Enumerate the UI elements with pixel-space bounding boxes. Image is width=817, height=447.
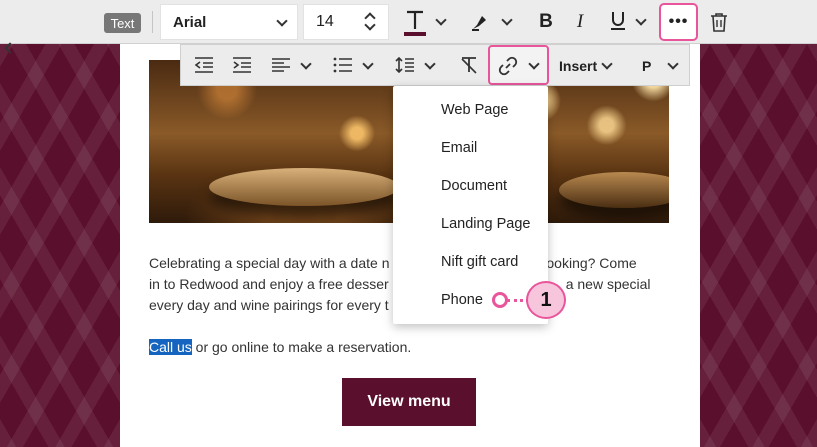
- callout-dot: [492, 292, 508, 308]
- chevron-down-icon[interactable]: [635, 14, 647, 26]
- bold-button[interactable]: B: [534, 10, 558, 34]
- list-button[interactable]: [332, 55, 354, 75]
- bulleted-list-icon: [333, 57, 352, 73]
- background-pattern-left: [0, 44, 120, 447]
- clear-formatting-icon: [461, 57, 477, 74]
- call-us-rest: or go online to make a reservation.: [191, 339, 412, 355]
- text-block-badge: Text: [104, 13, 141, 33]
- highlighter-icon: [472, 16, 486, 31]
- outdent-icon: [194, 57, 213, 73]
- body-text-fragment: a new special: [565, 276, 651, 292]
- photo-plate: [209, 168, 399, 206]
- decrease-size-icon[interactable]: [364, 19, 376, 31]
- line-spacing-icon: [395, 56, 414, 74]
- text-color-button[interactable]: [400, 8, 430, 38]
- underline-button[interactable]: [606, 8, 630, 34]
- chevron-down-icon[interactable]: [362, 58, 374, 70]
- delete-button[interactable]: [707, 10, 731, 34]
- menu-item-phone[interactable]: Phone: [441, 292, 483, 308]
- line-spacing-button[interactable]: [394, 55, 416, 75]
- body-text-fragment: every day and wine pairings for every t: [149, 297, 389, 313]
- photo-plate: [559, 172, 669, 208]
- body-text-line: every day and wine pairings for every t: [149, 295, 389, 316]
- outdent-button[interactable]: [193, 55, 215, 75]
- chevron-down-icon[interactable]: [601, 58, 613, 70]
- chevron-down-icon[interactable]: [300, 58, 312, 70]
- underline-icon: [611, 12, 625, 30]
- selected-link-text[interactable]: Call us: [149, 339, 192, 355]
- trash-icon: [711, 13, 727, 32]
- menu-item-nift-gift-card[interactable]: Nift gift card: [441, 254, 518, 270]
- link-icon: [498, 56, 518, 76]
- font-size-value: 14: [316, 13, 334, 30]
- body-text-fragment: Celebrating a special day with a date n: [149, 255, 390, 271]
- menu-item-web-page[interactable]: Web Page: [441, 102, 508, 118]
- chevron-down-icon[interactable]: [667, 58, 679, 70]
- menu-item-landing-page[interactable]: Landing Page: [441, 216, 531, 232]
- view-menu-label: View menu: [367, 393, 451, 410]
- more-icon: •••: [668, 13, 689, 30]
- more-options-button[interactable]: •••: [659, 3, 698, 41]
- chevron-down-icon: [276, 15, 288, 27]
- font-family-value: Arial: [173, 13, 207, 31]
- indent-button[interactable]: [231, 55, 253, 75]
- font-size-stepper[interactable]: 14: [303, 4, 389, 40]
- italic-button[interactable]: I: [568, 10, 592, 34]
- font-family-select[interactable]: Arial: [160, 4, 298, 40]
- align-button[interactable]: [270, 55, 292, 75]
- paragraph-style-select[interactable]: P: [642, 58, 651, 74]
- clear-formatting-button[interactable]: [458, 55, 480, 75]
- highlight-button[interactable]: [468, 10, 492, 34]
- indent-icon: [233, 57, 251, 73]
- menu-item-email[interactable]: Email: [441, 140, 477, 156]
- menu-item-document[interactable]: Document: [441, 178, 507, 194]
- chevron-down-icon[interactable]: [435, 14, 447, 26]
- insert-link-button[interactable]: [488, 45, 549, 85]
- insert-menu-button[interactable]: Insert: [559, 58, 597, 74]
- background-pattern-right: [700, 44, 817, 447]
- align-left-icon: [272, 58, 290, 72]
- call-us-paragraph[interactable]: Call us or go online to make a reservati…: [149, 337, 411, 358]
- toolbar-divider: [152, 11, 153, 33]
- chevron-down-icon[interactable]: [501, 14, 513, 26]
- chevron-down-icon[interactable]: [424, 58, 436, 70]
- view-menu-button[interactable]: View menu: [342, 378, 476, 426]
- callout-number: 1: [526, 281, 566, 319]
- body-text-fragment: in to Redwood and enjoy a free desser: [149, 276, 389, 292]
- format-toolbar: Insert P: [180, 44, 690, 86]
- link-type-menu: Web Page Email Document Landing Page Nif…: [393, 86, 548, 324]
- text-toolbar: Text Arial 14 B I •••: [0, 0, 817, 44]
- text-color-icon: [404, 10, 426, 36]
- chevron-down-icon: [528, 58, 540, 70]
